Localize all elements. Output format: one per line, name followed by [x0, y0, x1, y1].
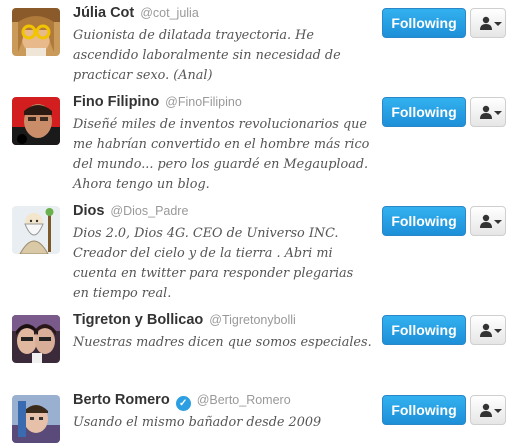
user-actions-button[interactable] — [470, 8, 506, 38]
user-name[interactable]: Júlia Cot — [73, 5, 134, 21]
caret-down-icon — [494, 111, 502, 115]
user-actions-button[interactable] — [470, 206, 506, 236]
avatar[interactable] — [12, 395, 60, 443]
user-handle[interactable]: @Dios_Padre — [110, 204, 188, 218]
caret-down-icon — [494, 409, 502, 413]
user-bio: Nuestras madres dicen que somos especial… — [73, 335, 372, 350]
user-actions-button[interactable] — [470, 97, 506, 127]
user-bio: Diseñé miles de inventos revolucionarios… — [73, 117, 370, 192]
user-name[interactable]: Fino Filipino — [73, 94, 159, 110]
name-line: Júlia Cot @cot_julia — [73, 4, 199, 22]
avatar[interactable] — [12, 8, 60, 56]
user-bio: Dios 2.0, Dios 4G. CEO de Universo INC. … — [73, 226, 354, 301]
following-button[interactable]: Following — [382, 97, 466, 127]
caret-down-icon — [494, 329, 502, 333]
following-button[interactable]: Following — [382, 315, 466, 345]
user-bio: Usando el mismo bañador desde 2009 — [73, 415, 322, 430]
person-icon — [480, 214, 492, 228]
name-line: Fino Filipino @FinoFilipino — [73, 93, 242, 111]
caret-down-icon — [494, 22, 502, 26]
avatar[interactable] — [12, 97, 60, 145]
caret-down-icon — [494, 220, 502, 224]
name-line: Berto Romero ✓ @Berto_Romero — [73, 391, 291, 411]
following-button[interactable]: Following — [382, 206, 466, 236]
user-actions-button[interactable] — [470, 395, 506, 425]
user-actions-button[interactable] — [470, 315, 506, 345]
user-handle[interactable]: @cot_julia — [140, 6, 199, 20]
user-name[interactable]: Berto Romero — [73, 392, 170, 408]
avatar[interactable] — [12, 206, 60, 254]
following-button[interactable]: Following — [382, 8, 466, 38]
person-icon — [480, 105, 492, 119]
person-icon — [480, 323, 492, 337]
user-handle[interactable]: @Tigretonybolli — [209, 313, 296, 327]
user-name[interactable]: Dios — [73, 203, 104, 219]
following-button[interactable]: Following — [382, 395, 466, 425]
user-bio: Guionista de dilatada trayectoria. He as… — [73, 28, 341, 83]
person-icon — [480, 403, 492, 417]
user-name[interactable]: Tigreton y Bollicao — [73, 312, 203, 328]
person-icon — [480, 16, 492, 30]
name-line: Dios @Dios_Padre — [73, 202, 188, 220]
user-handle[interactable]: @Berto_Romero — [197, 393, 291, 407]
user-handle[interactable]: @FinoFilipino — [165, 95, 242, 109]
name-line: Tigreton y Bollicao @Tigretonybolli — [73, 311, 296, 329]
verified-badge-icon: ✓ — [175, 396, 191, 411]
avatar[interactable] — [12, 315, 60, 363]
